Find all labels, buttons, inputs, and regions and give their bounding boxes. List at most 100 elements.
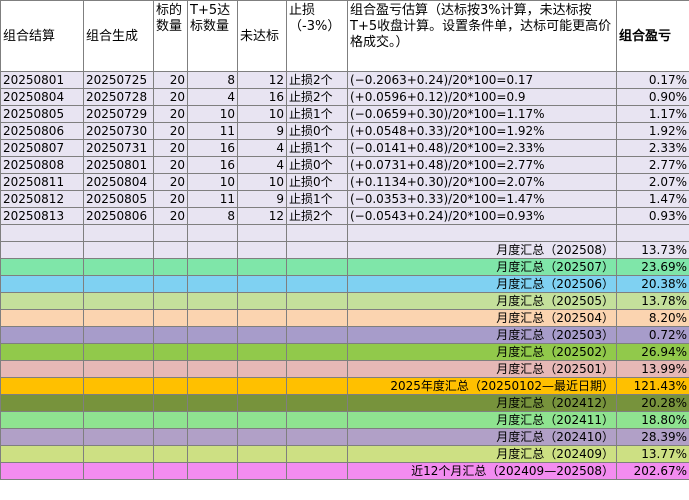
empty-cell[interactable] xyxy=(286,343,348,361)
miss-cell[interactable]: 10 xyxy=(237,173,287,191)
calc-cell[interactable]: (+0.1134+0.30)/20*100=2.07% xyxy=(347,173,617,191)
summary-value[interactable]: 13.77% xyxy=(616,445,689,463)
empty-cell[interactable] xyxy=(153,309,188,327)
generate-date-cell[interactable]: 20250725 xyxy=(83,71,154,89)
empty-cell[interactable] xyxy=(153,377,188,395)
summary-value[interactable]: 20.28% xyxy=(616,394,689,412)
empty-cell[interactable] xyxy=(187,241,238,259)
empty-cell[interactable] xyxy=(187,275,238,293)
stoploss-cell[interactable]: 止损1个 xyxy=(286,139,348,157)
empty-cell[interactable] xyxy=(153,292,188,310)
empty-cell[interactable] xyxy=(153,224,188,242)
empty-cell[interactable] xyxy=(0,445,84,463)
hit-cell[interactable]: 8 xyxy=(187,207,238,225)
settle-date-cell[interactable]: 20250801 xyxy=(0,71,84,89)
count-cell[interactable]: 20 xyxy=(153,105,188,123)
empty-cell[interactable] xyxy=(0,428,84,446)
pnl-cell[interactable]: 0.93% xyxy=(616,207,689,225)
summary-label[interactable]: 月度汇总（202506） xyxy=(347,275,617,293)
empty-cell[interactable] xyxy=(83,224,154,242)
summary-label[interactable]: 月度汇总（202503） xyxy=(347,326,617,344)
empty-cell[interactable] xyxy=(153,241,188,259)
empty-cell[interactable] xyxy=(153,326,188,344)
empty-cell[interactable] xyxy=(83,394,154,412)
empty-cell[interactable] xyxy=(286,394,348,412)
hit-cell[interactable]: 8 xyxy=(187,71,238,89)
empty-cell[interactable] xyxy=(286,377,348,395)
calc-cell[interactable]: (−0.0659+0.30)/20*100=1.17% xyxy=(347,105,617,123)
header-pnl[interactable]: 组合盈亏 xyxy=(616,0,689,72)
empty-cell[interactable] xyxy=(286,258,348,276)
pnl-cell[interactable]: 1.47% xyxy=(616,190,689,208)
hit-cell[interactable]: 11 xyxy=(187,122,238,140)
hit-cell[interactable]: 10 xyxy=(187,105,238,123)
empty-cell[interactable] xyxy=(237,360,287,378)
hit-cell[interactable]: 16 xyxy=(187,156,238,174)
settle-date-cell[interactable]: 20250805 xyxy=(0,105,84,123)
empty-cell[interactable] xyxy=(187,309,238,327)
empty-cell[interactable] xyxy=(237,343,287,361)
summary-label[interactable]: 月度汇总（202409） xyxy=(347,445,617,463)
empty-cell[interactable] xyxy=(187,462,238,480)
header-hit[interactable]: T+5达标数量 xyxy=(187,0,238,72)
empty-cell[interactable] xyxy=(286,309,348,327)
count-cell[interactable]: 20 xyxy=(153,173,188,191)
empty-cell[interactable] xyxy=(237,309,287,327)
hit-cell[interactable]: 10 xyxy=(187,173,238,191)
empty-cell[interactable] xyxy=(0,411,84,429)
empty-cell[interactable] xyxy=(187,258,238,276)
stoploss-cell[interactable]: 止损0个 xyxy=(286,122,348,140)
settle-date-cell[interactable]: 20250804 xyxy=(0,88,84,106)
stoploss-cell[interactable]: 止损0个 xyxy=(286,173,348,191)
empty-cell[interactable] xyxy=(0,292,84,310)
summary-label[interactable]: 月度汇总（202410） xyxy=(347,428,617,446)
empty-cell[interactable] xyxy=(237,428,287,446)
summary-value[interactable]: 28.39% xyxy=(616,428,689,446)
calc-cell[interactable]: (−0.0543+0.24)/20*100=0.93% xyxy=(347,207,617,225)
miss-cell[interactable]: 12 xyxy=(237,71,287,89)
pnl-cell[interactable]: 2.33% xyxy=(616,139,689,157)
settle-date-cell[interactable]: 20250808 xyxy=(0,156,84,174)
summary-value[interactable]: 20.38% xyxy=(616,275,689,293)
count-cell[interactable]: 20 xyxy=(153,88,188,106)
generate-date-cell[interactable]: 20250806 xyxy=(83,207,154,225)
empty-cell[interactable] xyxy=(153,258,188,276)
pnl-cell[interactable]: 2.07% xyxy=(616,173,689,191)
empty-cell[interactable] xyxy=(0,377,84,395)
empty-cell[interactable] xyxy=(237,326,287,344)
generate-date-cell[interactable]: 20250728 xyxy=(83,88,154,106)
empty-cell[interactable] xyxy=(286,462,348,480)
stoploss-cell[interactable]: 止损2个 xyxy=(286,207,348,225)
empty-cell[interactable] xyxy=(83,326,154,344)
summary-label[interactable]: 月度汇总（202501） xyxy=(347,360,617,378)
empty-cell[interactable] xyxy=(187,360,238,378)
summary-value[interactable]: 13.73% xyxy=(616,241,689,259)
generate-date-cell[interactable]: 20250805 xyxy=(83,190,154,208)
empty-cell[interactable] xyxy=(0,462,84,480)
stoploss-cell[interactable]: 止损0个 xyxy=(286,156,348,174)
summary-label[interactable]: 月度汇总（202502） xyxy=(347,343,617,361)
empty-cell[interactable] xyxy=(237,275,287,293)
summary-label[interactable]: 月度汇总（202505） xyxy=(347,292,617,310)
stoploss-cell[interactable]: 止损1个 xyxy=(286,190,348,208)
pnl-cell[interactable]: 1.92% xyxy=(616,122,689,140)
summary-value[interactable]: 8.20% xyxy=(616,309,689,327)
header-settle[interactable]: 组合结算 xyxy=(0,0,84,72)
empty-cell[interactable] xyxy=(237,241,287,259)
summary-label[interactable]: 月度汇总（202412） xyxy=(347,394,617,412)
empty-cell[interactable] xyxy=(83,309,154,327)
empty-cell[interactable] xyxy=(83,411,154,429)
summary-label[interactable]: 月度汇总（202504） xyxy=(347,309,617,327)
miss-cell[interactable]: 4 xyxy=(237,139,287,157)
stoploss-cell[interactable]: 止损2个 xyxy=(286,88,348,106)
count-cell[interactable]: 20 xyxy=(153,71,188,89)
empty-cell[interactable] xyxy=(237,411,287,429)
empty-cell[interactable] xyxy=(153,360,188,378)
empty-cell[interactable] xyxy=(237,394,287,412)
empty-cell[interactable] xyxy=(187,292,238,310)
empty-cell[interactable] xyxy=(286,292,348,310)
empty-cell[interactable] xyxy=(616,224,689,242)
empty-cell[interactable] xyxy=(0,360,84,378)
count-cell[interactable]: 20 xyxy=(153,156,188,174)
count-cell[interactable]: 20 xyxy=(153,190,188,208)
